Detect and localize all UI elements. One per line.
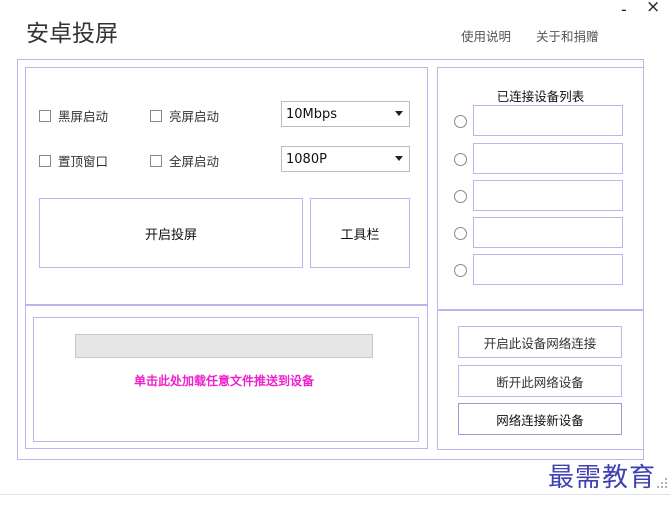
checkbox-icon[interactable]: [150, 109, 162, 122]
device-list-title: 已连接设备列表: [496, 89, 585, 104]
checkbox-icon[interactable]: [39, 154, 51, 167]
always-on-top-checkbox[interactable]: 置顶窗口: [39, 151, 108, 170]
device-slot-5[interactable]: [473, 254, 623, 285]
resize-grip-icon[interactable]: [656, 474, 668, 488]
device-slot-2[interactable]: [473, 143, 623, 174]
enable-network-button[interactable]: 开启此设备网络连接: [458, 326, 622, 358]
device-radio-2[interactable]: [454, 153, 467, 166]
disconnect-network-button[interactable]: 断开此网络设备: [458, 365, 622, 397]
toolbar-button[interactable]: 工具栏: [310, 198, 410, 268]
close-button[interactable]: ×: [646, 0, 660, 17]
dropdown-arrow-icon[interactable]: [395, 156, 403, 161]
start-mirroring-button[interactable]: 开启投屏: [39, 198, 303, 268]
device-slot-4[interactable]: [473, 217, 623, 248]
push-progress-bar: [75, 334, 373, 358]
device-radio-5[interactable]: [454, 264, 467, 277]
status-divider: [0, 494, 670, 495]
usage-link[interactable]: 使用说明: [461, 26, 511, 45]
bright-screen-start-checkbox[interactable]: 亮屏启动: [150, 106, 219, 125]
app-title: 安卓投屏: [26, 21, 118, 47]
file-push-prompt[interactable]: 单击此处加载任意文件推送到设备: [75, 372, 373, 389]
fullscreen-start-checkbox[interactable]: 全屏启动: [150, 151, 219, 170]
about-donate-link[interactable]: 关于和捐赠: [536, 26, 599, 45]
watermark-text: 最需教育: [548, 463, 657, 493]
bitrate-select[interactable]: 10Mbps: [281, 101, 410, 127]
checkbox-label: 全屏启动: [169, 154, 220, 169]
checkbox-label: 置顶窗口: [58, 154, 109, 169]
checkbox-label: 亮屏启动: [169, 109, 220, 124]
resolution-value: 1080P: [286, 151, 327, 167]
device-radio-3[interactable]: [454, 190, 467, 203]
minimize-button[interactable]: -: [621, 0, 627, 19]
checkbox-label: 黑屏启动: [58, 109, 109, 124]
device-slot-1[interactable]: [473, 105, 623, 136]
black-screen-start-checkbox[interactable]: 黑屏启动: [39, 106, 108, 125]
bitrate-value: 10Mbps: [286, 106, 338, 122]
device-radio-1[interactable]: [454, 115, 467, 128]
device-slot-3[interactable]: [473, 180, 623, 211]
device-radio-4[interactable]: [454, 227, 467, 240]
checkbox-icon[interactable]: [150, 154, 162, 167]
connect-new-device-button[interactable]: 网络连接新设备: [458, 403, 622, 435]
dropdown-arrow-icon[interactable]: [395, 111, 403, 116]
checkbox-icon[interactable]: [39, 109, 51, 122]
resolution-select[interactable]: 1080P: [281, 146, 410, 172]
